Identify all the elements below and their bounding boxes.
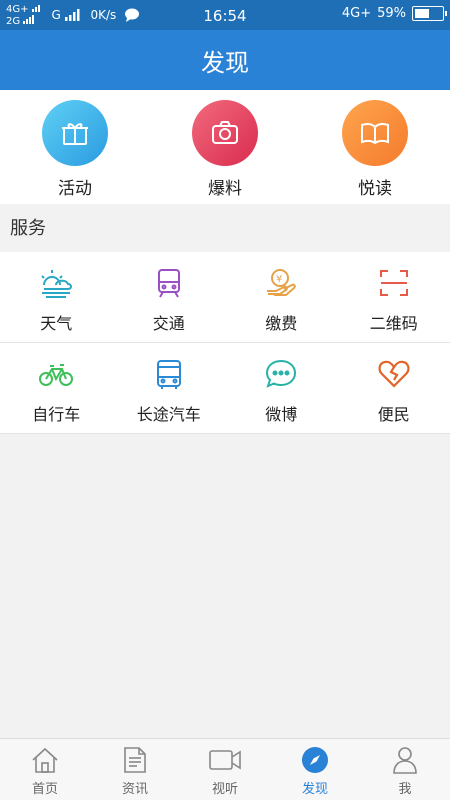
- service-convenience[interactable]: 便民: [338, 343, 450, 433]
- featured-section: 活动 爆料 悦读: [0, 90, 450, 204]
- service-weibo[interactable]: 微博: [225, 343, 338, 433]
- heart-icon: [338, 357, 450, 391]
- tab-label: 资讯: [121, 782, 148, 797]
- book-icon: [342, 100, 408, 166]
- camera-icon: [192, 100, 258, 166]
- news-icon: [90, 745, 180, 775]
- featured-item-label: 悦读: [358, 179, 392, 199]
- featured-item-activity[interactable]: 活动: [5, 100, 145, 199]
- status-bar: 4G+ 2G G 0K/s 16:54 4G+ 59%: [0, 0, 450, 30]
- bottom-tab-bar: 首页 资讯 视听 发现 我: [0, 738, 450, 800]
- payment-icon: ¥: [225, 266, 338, 300]
- tab-label: 首页: [31, 782, 58, 797]
- service-coach[interactable]: 长途汽车: [113, 343, 226, 433]
- service-weather[interactable]: 天气: [0, 252, 113, 342]
- tab-label: 视听: [211, 782, 238, 797]
- page-title: 发现: [201, 48, 249, 77]
- tab-home[interactable]: 首页: [0, 739, 90, 800]
- battery-icon: [412, 6, 447, 21]
- tab-me[interactable]: 我: [360, 739, 450, 800]
- user-icon: [360, 745, 450, 775]
- service-payment[interactable]: ¥ 缴费: [225, 252, 338, 342]
- tab-news[interactable]: 资讯: [90, 739, 180, 800]
- chat-icon: [225, 357, 338, 391]
- video-icon: [180, 745, 270, 775]
- weather-icon: [0, 266, 113, 300]
- service-label: 交通: [152, 314, 185, 333]
- service-label: 自行车: [32, 405, 81, 424]
- service-label: 天气: [40, 314, 73, 333]
- featured-item-read[interactable]: 悦读: [305, 100, 445, 199]
- network-right-label: 4G+: [341, 6, 372, 21]
- battery-fill: [415, 9, 430, 18]
- app-header: 发现: [0, 30, 450, 90]
- services-row: 天气 交通 ¥ 缴费 二维码: [0, 252, 450, 343]
- compass-icon: [270, 745, 360, 775]
- qr-scan-icon: [338, 266, 450, 300]
- service-label: 二维码: [369, 314, 418, 333]
- battery-percent: 59%: [377, 6, 406, 21]
- featured-item-label: 爆料: [208, 179, 242, 199]
- services-grid: 天气 交通 ¥ 缴费 二维码 自行车 长途汽车 微博 便民: [0, 252, 450, 434]
- bicycle-icon: [0, 357, 113, 391]
- service-label: 缴费: [265, 314, 298, 333]
- service-label: 长途汽车: [136, 405, 201, 424]
- bus-icon: [113, 357, 226, 391]
- tab-label: 我: [398, 782, 412, 797]
- train-icon: [113, 266, 226, 300]
- gift-icon: [42, 100, 108, 166]
- service-traffic[interactable]: 交通: [113, 252, 226, 342]
- service-label: 微博: [265, 405, 298, 424]
- svg-text:¥: ¥: [276, 274, 282, 285]
- tab-discover[interactable]: 发现: [270, 739, 360, 800]
- service-bicycle[interactable]: 自行车: [0, 343, 113, 433]
- status-right: 4G+ 59%: [341, 6, 447, 21]
- service-label: 便民: [377, 405, 410, 424]
- services-row: 自行车 长途汽车 微博 便民: [0, 343, 450, 434]
- home-icon: [0, 745, 90, 775]
- tab-video[interactable]: 视听: [180, 739, 270, 800]
- service-qrcode[interactable]: 二维码: [338, 252, 450, 342]
- tab-label: 发现: [301, 782, 328, 797]
- featured-item-report[interactable]: 爆料: [155, 100, 295, 199]
- services-title: 服务: [0, 205, 450, 252]
- featured-item-label: 活动: [58, 179, 92, 199]
